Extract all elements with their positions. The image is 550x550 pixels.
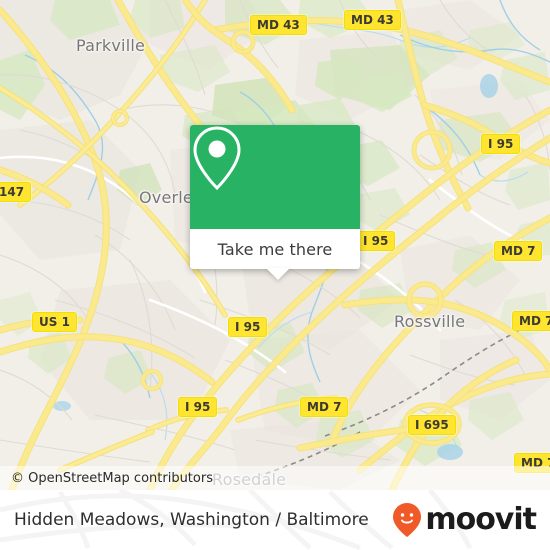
destination-popup-card[interactable]: Take me there [190,125,360,280]
highway-shield-md43-west[interactable]: MD 43 [250,15,307,35]
popup-cta-area[interactable]: Take me there [190,229,360,280]
highway-shield-i695[interactable]: I 695 [408,415,456,435]
openstreetmap-attribution[interactable]: © OpenStreetMap contributors [0,471,213,486]
highway-shield-us1[interactable]: US 1 [32,312,77,332]
popup-pointer-tail [266,268,290,280]
popup-image-area [190,125,360,229]
highway-shield-i95-mid[interactable]: I 95 [356,231,396,251]
map-attribution-bar: © OpenStreetMap contributors [0,466,550,490]
highway-shield-147[interactable]: 147 [0,182,32,202]
map-canvas[interactable]: .land { fill:#f2efe9; } .green { fill:#d… [0,0,550,490]
highway-shield-md43-east[interactable]: MD 43 [344,10,401,30]
moovit-logo[interactable]: moovit [392,502,537,538]
take-me-there-label: Take me there [217,239,333,259]
highway-shield-md7-south[interactable]: MD 7 [300,397,349,417]
highway-shield-i95-ne[interactable]: I 95 [481,134,521,154]
moovit-wordmark: moovit [425,502,537,537]
location-title: Hidden Meadows, Washington / Baltimore [14,510,369,530]
moovit-map-screen: .land { fill:#f2efe9; } .green { fill:#d… [0,0,550,550]
map-pin-icon [193,126,241,191]
highway-shield-i95-center[interactable]: I 95 [228,317,268,337]
moovit-pin-icon [393,503,422,537]
highway-shield-i95-south[interactable]: I 95 [178,397,218,417]
highway-shield-md7-east[interactable]: MD 7 [494,241,543,261]
footer-bar: Hidden Meadows, Washington / Baltimore m… [0,490,550,550]
highway-shield-md700-east[interactable]: MD 700 [512,311,550,331]
